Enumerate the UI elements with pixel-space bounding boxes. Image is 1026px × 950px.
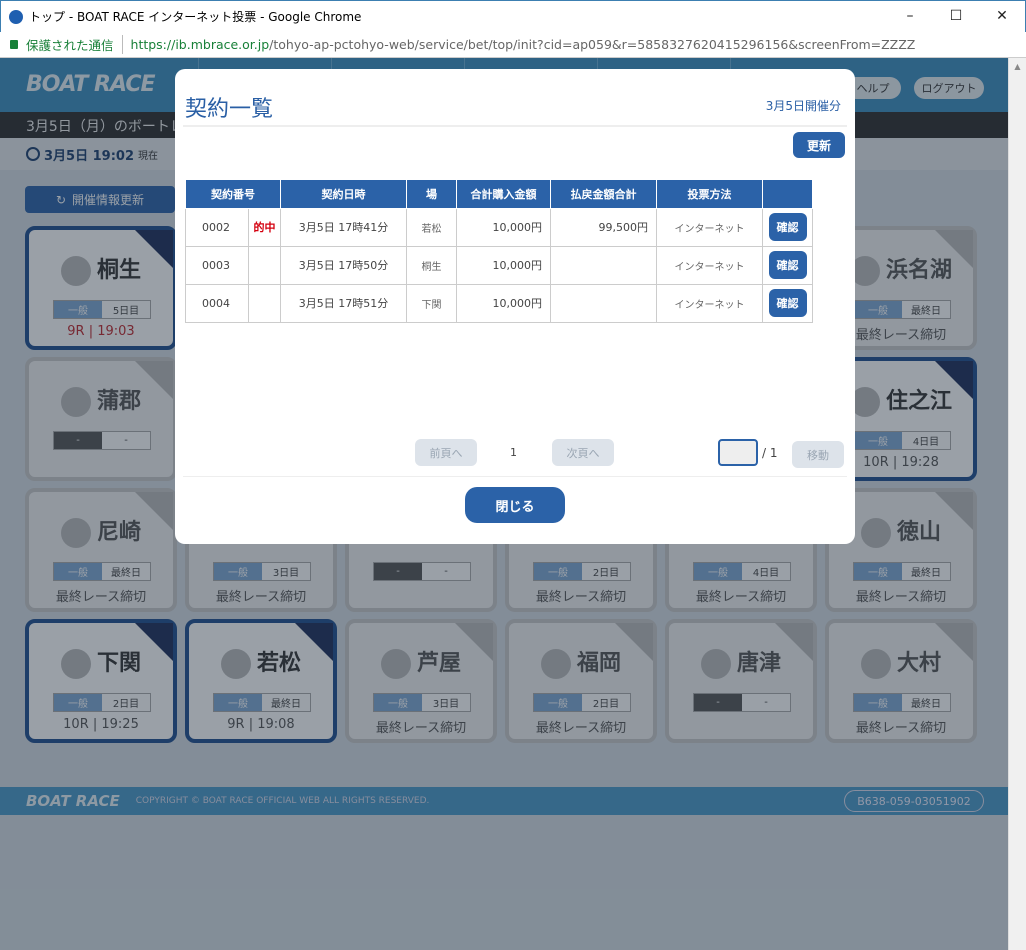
hit-badge [248,283,281,323]
confirm-button[interactable]: 確認 [768,213,807,241]
go-page-button[interactable]: 移動 [792,441,844,468]
minimize-button[interactable]: – [887,1,933,31]
address-bar[interactable]: 保護された通信 https://ib.mbrace.or.jp/tohyo-ap… [0,32,1026,58]
hit-badge [248,245,281,285]
confirm-button[interactable]: 確認 [768,289,807,317]
col-header: 場 [406,180,457,209]
bet-method: インターネット [656,245,763,285]
purchase-total: 10,000円 [456,283,551,323]
col-header: 契約番号 [185,180,281,209]
contract-datetime: 3月5日 17時51分 [280,283,407,323]
col-header [762,180,813,209]
venue: 若松 [406,207,457,247]
prev-page-button[interactable]: 前頁へ [415,439,477,466]
url: https://ib.mbrace.or.jp/tohyo-ap-pctohyo… [130,37,916,52]
window-titlebar: トップ - BOAT RACE インターネット投票 - Google Chrom… [0,0,1026,32]
confirm-button[interactable]: 確認 [768,251,807,279]
purchase-total: 10,000円 [456,207,551,247]
close-window-button[interactable]: ✕ [979,1,1025,31]
col-header: 投票方法 [656,180,763,209]
close-button[interactable]: 閉じる [465,487,565,523]
bet-method: インターネット [656,207,763,247]
hit-badge: 的中 [248,207,281,247]
payout-total [550,245,657,285]
page-number-input[interactable] [718,439,758,466]
total-pages: / 1 [762,446,778,460]
contract-table: 契約番号 契約日時 場 合計購入金額 払戻金額合計 投票方法 0002 的中 3… [185,180,813,323]
purchase-total: 10,000円 [456,245,551,285]
contract-list-modal: 契約一覧 3月5日開催分 更新 契約番号 契約日時 場 合計購入金額 払戻金額合… [175,69,855,544]
contract-no: 0004 [185,283,249,323]
contract-datetime: 3月5日 17時41分 [280,207,407,247]
current-page: 1 [510,446,517,459]
payout-total [550,283,657,323]
divider [183,476,847,477]
contract-no: 0002 [185,207,249,247]
venue: 桐生 [406,245,457,285]
scrollbar[interactable]: ▲ [1008,58,1026,950]
modal-title: 契約一覧 [185,97,274,122]
update-button[interactable]: 更新 [793,132,845,158]
bet-method: インターネット [656,283,763,323]
scroll-up-icon[interactable]: ▲ [1009,62,1026,71]
maximize-button[interactable]: ☐ [933,1,979,31]
window-title: トップ - BOAT RACE インターネット投票 - Google Chrom… [29,10,362,24]
col-header: 契約日時 [280,180,407,209]
contract-no: 0003 [185,245,249,285]
col-header: 合計購入金額 [456,180,551,209]
col-header: 払戻金額合計 [550,180,657,209]
contract-datetime: 3月5日 17時50分 [280,245,407,285]
next-page-button[interactable]: 次頁へ [552,439,614,466]
table-row: 0003 3月5日 17時50分 桐生 10,000円 インターネット 確認 [185,245,813,285]
secure-label: 保護された通信 [26,35,123,54]
chrome-favicon-icon [9,9,23,24]
payout-total: 99,500円 [550,207,657,247]
lock-icon [10,40,18,49]
table-row: 0004 3月5日 17時51分 下関 10,000円 インターネット 確認 [185,283,813,323]
divider [183,125,847,127]
modal-date: 3月5日開催分 [765,99,841,113]
venue: 下関 [406,283,457,323]
table-row: 0002 的中 3月5日 17時41分 若松 10,000円 99,500円 イ… [185,207,813,247]
